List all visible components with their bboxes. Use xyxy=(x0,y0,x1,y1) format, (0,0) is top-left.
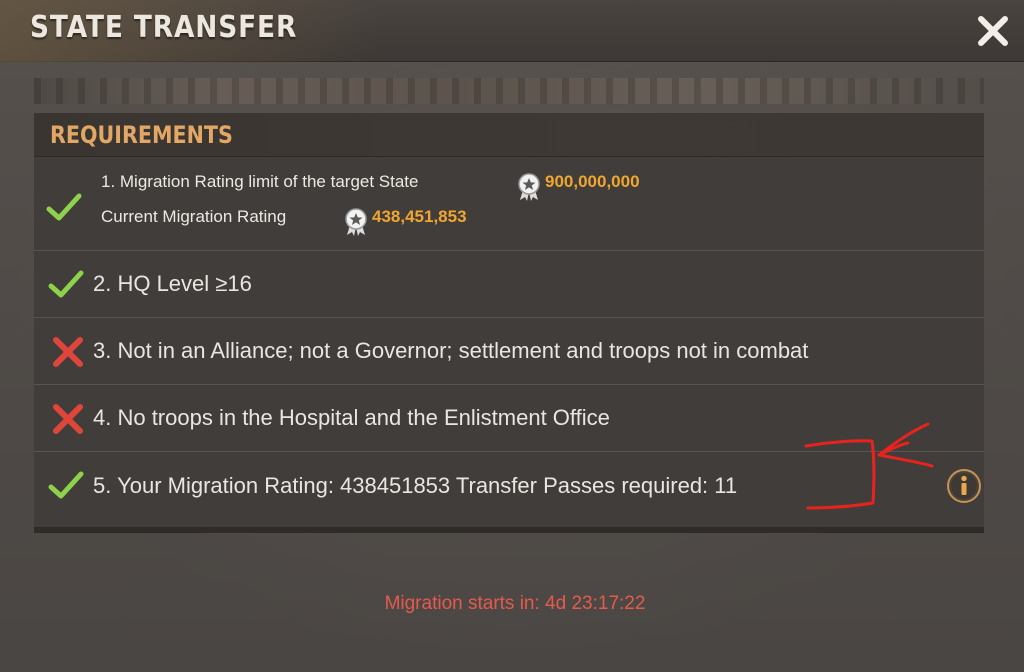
cross-icon xyxy=(53,337,83,367)
requirements-header: REQUIREMENTS xyxy=(34,113,984,157)
requirement-row-1: 1. Migration Rating limit of the target … xyxy=(34,158,984,251)
state-transfer-window: STATE TRANSFER REQUIREMENTS 1. Migration… xyxy=(0,0,1024,672)
season-banner-strip xyxy=(34,78,984,104)
info-button[interactable] xyxy=(946,468,982,504)
requirements-title: REQUIREMENTS xyxy=(50,121,233,149)
window-title: STATE TRANSFER xyxy=(30,10,298,45)
requirement-row-3: 3. Not in an Alliance; not a Governor; s… xyxy=(34,318,984,385)
medal-icon xyxy=(345,208,367,236)
info-icon xyxy=(947,469,981,503)
check-icon xyxy=(48,270,84,298)
requirement-label: 4. No troops in the Hospital and the Enl… xyxy=(93,405,610,430)
requirement-label: 3. Not in an Alliance; not a Governor; s… xyxy=(93,338,809,363)
requirement-row-4: 4. No troops in the Hospital and the Enl… xyxy=(34,385,984,452)
target-rating-label: 1. Migration Rating limit of the target … xyxy=(101,172,419,191)
requirement-label: 2. HQ Level ≥16 xyxy=(93,271,252,296)
medal-icon xyxy=(518,173,540,201)
current-rating-value: 438,451,853 xyxy=(372,207,467,226)
check-icon xyxy=(46,193,82,221)
requirement-row-5: 5. Your Migration Rating: 438451853 Tran… xyxy=(34,452,984,526)
cross-icon xyxy=(53,404,83,434)
requirements-panel: REQUIREMENTS 1. Migration Rating limit o… xyxy=(34,113,984,533)
target-rating-value: 900,000,000 xyxy=(545,172,640,191)
close-button[interactable] xyxy=(974,12,1012,50)
migration-countdown: Migration starts in: 4d 23:17:22 xyxy=(384,593,646,614)
check-icon xyxy=(48,471,84,499)
requirement-row-2: 2. HQ Level ≥16 xyxy=(34,251,984,318)
close-icon xyxy=(978,16,1008,46)
requirement-label: 5. Your Migration Rating: 438451853 Tran… xyxy=(93,473,738,498)
current-rating-label: Current Migration Rating xyxy=(101,207,287,226)
title-bar: STATE TRANSFER xyxy=(0,0,1024,62)
